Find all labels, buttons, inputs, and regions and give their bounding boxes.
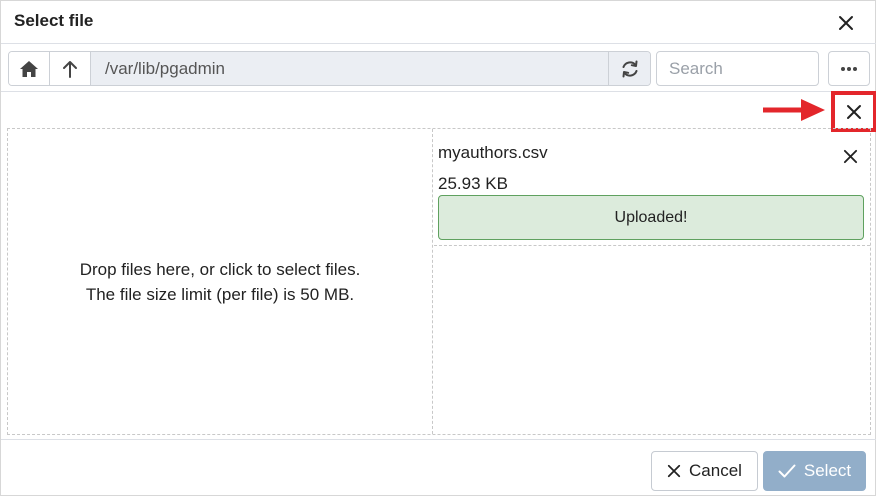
arrow-up-icon	[63, 60, 77, 78]
select-label: Select	[803, 461, 852, 480]
file-name: myauthors.csv	[438, 143, 548, 162]
dialog-title: Select file	[14, 11, 94, 30]
upload-panel: Drop files here, or click to select file…	[7, 128, 871, 435]
red-arrow-annotation	[763, 99, 825, 121]
select-file-dialog: Select file /var/lib/pgadmin Search Drop…	[0, 0, 876, 496]
cancel-label: Cancel	[689, 461, 742, 480]
close-icon	[839, 16, 853, 30]
close-icon	[667, 464, 681, 478]
refresh-button[interactable]	[609, 52, 650, 85]
file-toolbar: /var/lib/pgadmin	[1, 45, 876, 92]
dropzone-instructions: Drop files here, or click to select file…	[79, 259, 361, 279]
home-icon	[20, 60, 38, 77]
refresh-icon	[622, 60, 637, 77]
file-dropzone[interactable]: Drop files here, or click to select file…	[8, 129, 433, 434]
upload-status-bar: Uploaded!	[438, 195, 864, 240]
ellipsis-icon	[841, 66, 857, 71]
uploaded-file-item: myauthors.csv 25.93 KB Uploaded!	[434, 129, 870, 246]
close-icon	[843, 149, 857, 163]
dialog-titlebar: Select file	[1, 1, 876, 44]
dropzone-size-limit: The file size limit (per file) is 50 MB.	[85, 284, 355, 304]
dialog-footer: Cancel Select	[1, 439, 876, 496]
checkmark-icon	[778, 464, 796, 478]
select-button[interactable]: Select	[763, 451, 866, 491]
navigation-bar: /var/lib/pgadmin	[8, 51, 651, 86]
home-button[interactable]	[9, 52, 50, 85]
close-dialog-button[interactable]	[831, 8, 861, 38]
close-upload-panel-button[interactable]	[831, 91, 876, 132]
cancel-button[interactable]: Cancel	[651, 451, 758, 491]
up-directory-button[interactable]	[50, 52, 91, 85]
file-size: 25.93 KB	[438, 174, 508, 193]
search-input[interactable]	[656, 51, 819, 86]
more-options-button[interactable]	[828, 51, 870, 86]
close-icon	[847, 104, 861, 119]
current-path[interactable]: /var/lib/pgadmin	[91, 52, 609, 85]
remove-file-button[interactable]	[838, 144, 862, 168]
